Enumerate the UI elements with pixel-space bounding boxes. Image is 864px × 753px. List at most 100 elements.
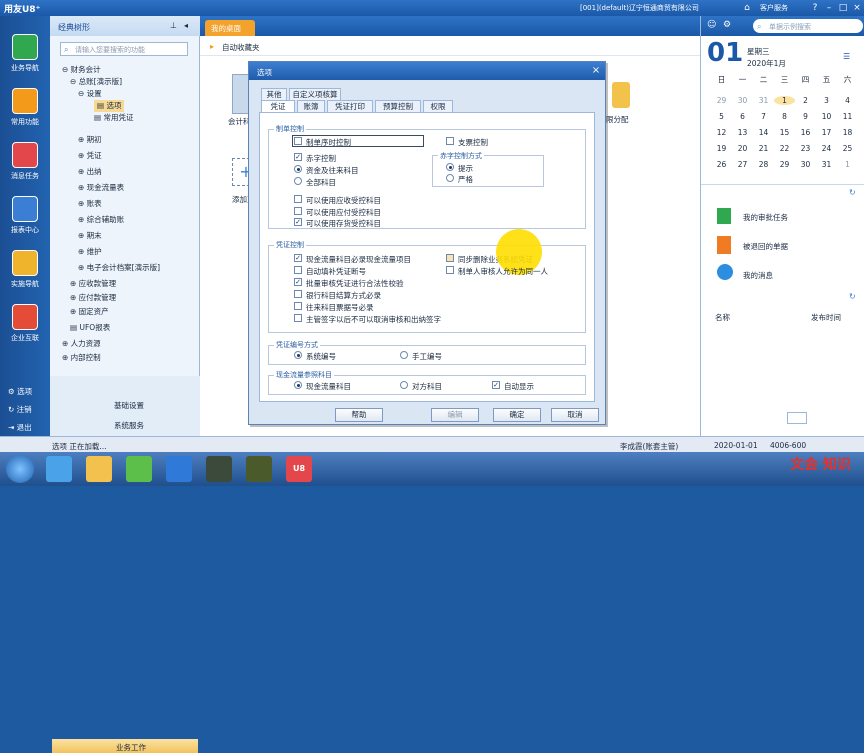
nav-logout[interactable]: ↻ 注销 [8,404,32,415]
checkbox-batch-validate[interactable]: ✓ [294,278,302,286]
tree-item[interactable]: ⊕ 应付款管理 [70,292,116,304]
checkbox-fill-gaps[interactable] [294,266,302,274]
refresh-icon[interactable]: ↻ [849,188,856,197]
nav-exit[interactable]: ⇥ 退出 [8,422,32,433]
app-icon[interactable] [206,456,232,482]
ok-button[interactable]: 确定 [493,408,541,422]
checkbox-receivable-accounts[interactable] [294,195,302,203]
tab-other[interactable]: 其他 [261,88,287,100]
system-service-tab[interactable]: 系统服务 [114,420,144,431]
app-icon[interactable] [166,456,192,482]
home-icon[interactable]: ⌂ [742,3,752,13]
business-work-tab[interactable]: 业务工作 [52,739,198,753]
calendar-week[interactable]: 19 20 21 22 23 24 25 [711,144,858,153]
checkbox-inventory-accounts[interactable]: ✓ [294,218,302,226]
tree-item[interactable]: ⊕ 固定资产 [70,306,109,318]
tree-item-selected[interactable]: ▤ 选项 [94,100,125,112]
maximize-icon[interactable]: □ [838,3,848,13]
tree-item[interactable]: ⊕ 出纳 [78,166,102,178]
nav-business[interactable]: 业务导航 [4,30,46,82]
doc-search-input[interactable]: 单据示例搜索 [753,19,863,33]
tree-item[interactable]: ⊕ 凭证 [78,150,102,162]
checkbox-auto-display[interactable]: ✓ [492,381,500,389]
calendar-week[interactable]: 5 6 7 8 9 10 11 [711,112,858,121]
tab-permission[interactable]: 权限 [423,100,453,112]
task-messages[interactable]: 我的消息 [743,270,773,281]
checkbox-bank-settlement[interactable] [294,290,302,298]
edit-button[interactable]: 编辑 [431,408,479,422]
smiley-icon[interactable]: ☺ [707,20,716,30]
tree-item[interactable]: ⊕ 内部控制 [62,352,101,364]
tree-item[interactable]: ⊖ 财务会计 [62,64,101,76]
nav-interconnect[interactable]: 企业互联 [4,300,46,352]
tab-voucher-print[interactable]: 凭证打印 [327,100,373,112]
tree-item[interactable]: ⊕ 维护 [78,246,102,258]
nav-reports[interactable]: 报表中心 [4,192,46,244]
radio-all-accounts[interactable] [294,177,302,185]
checkbox-payable-accounts[interactable] [294,207,302,215]
radio-strict[interactable] [446,174,454,182]
tree-item[interactable]: ⊕ 期初 [78,134,102,146]
task-returned[interactable]: 被退回的单据 [743,241,788,252]
browser-icon[interactable] [126,456,152,482]
nav-options[interactable]: ⚙ 选项 [8,386,32,397]
checkbox-cheque-control[interactable] [446,137,454,145]
tree-item[interactable]: ⊖ 设置 [78,88,102,100]
task-approval[interactable]: 我的审批任务 [743,212,788,223]
tree-item[interactable]: ⊖ 总账[演示版] [70,76,122,88]
close-icon[interactable]: × [589,64,603,78]
tab-my-desktop[interactable]: 我的桌面 [205,20,255,36]
minimize-icon[interactable]: – [824,3,834,13]
app-icon[interactable] [246,456,272,482]
radio-system-number[interactable] [294,351,302,359]
tree-item[interactable]: ⊕ 人力资源 [62,338,101,350]
help-icon[interactable]: ? [810,3,820,13]
help-button[interactable]: 帮助 [335,408,383,422]
refresh-icon[interactable]: ↻ [849,292,856,301]
tree-item[interactable]: ⊕ 现金流量表 [78,182,124,194]
cancel-button[interactable]: 取消 [551,408,599,422]
radio-cashflow-account[interactable] [294,381,302,389]
nav-common[interactable]: 常用功能 [4,84,46,136]
collapse-icon[interactable]: ◂ [184,21,188,30]
close-icon[interactable]: × [852,3,862,13]
checkbox-cashflow-required[interactable]: ✓ [294,254,302,262]
checkbox-sync-delete[interactable] [446,254,454,262]
folder-icon[interactable] [86,456,112,482]
radio-manual-number[interactable] [400,351,408,359]
checkbox-supervisor-sign[interactable] [294,314,302,322]
calendar-week[interactable]: 12 13 14 15 16 17 18 [711,128,858,137]
basic-settings-tab[interactable]: 基础设置 [114,400,144,411]
checkbox-deficit-control[interactable]: ✓ [294,153,302,161]
calendar-week[interactable]: 26 27 28 29 30 31 1 [711,160,858,169]
page-input[interactable] [787,412,807,424]
tree-search-input[interactable]: 请输入您要搜索的功能 [60,42,188,56]
tab-ledger[interactable]: 账簿 [297,100,325,112]
tile-label[interactable]: 限分配 [606,114,629,125]
radio-warning[interactable] [446,163,454,171]
pin-icon[interactable]: ⊥ [170,21,177,30]
checkbox-sequence-control[interactable] [294,137,302,145]
checkbox-same-approver[interactable] [446,266,454,274]
checkbox-bill-number[interactable] [294,302,302,310]
radio-capital-accounts[interactable] [294,165,302,173]
tab-custom-item[interactable]: 自定义项核算 [289,88,341,100]
tab-budget[interactable]: 预算控制 [375,100,421,112]
calendar-menu-icon[interactable]: ☰ [843,52,850,61]
tree-item[interactable]: ⊕ 应收款管理 [70,278,116,290]
ie-icon[interactable] [46,456,72,482]
start-icon[interactable] [6,455,34,483]
settings-icon[interactable]: ⚙ [723,20,731,30]
radio-counter-account[interactable] [400,381,408,389]
customer-service-menu[interactable]: 客户服务 [760,3,788,13]
tree-item[interactable]: ⊕ 账表 [78,198,102,210]
u8-taskbar-icon[interactable]: U8 [286,456,312,482]
tree-item[interactable]: ▤ UFO报表 [70,322,110,334]
tile-icon[interactable] [612,82,630,108]
tree-item[interactable]: ⊕ 综合辅助账 [78,214,124,226]
nav-messages[interactable]: 消息任务 [4,138,46,190]
calendar-week[interactable]: 29 30 31 1 2 3 4 [711,96,858,105]
tree-item[interactable]: ⊕ 期末 [78,230,102,242]
tree-item[interactable]: ⊕ 电子会计档案[演示版] [78,262,160,274]
nav-implement[interactable]: 实施导航 [4,246,46,298]
